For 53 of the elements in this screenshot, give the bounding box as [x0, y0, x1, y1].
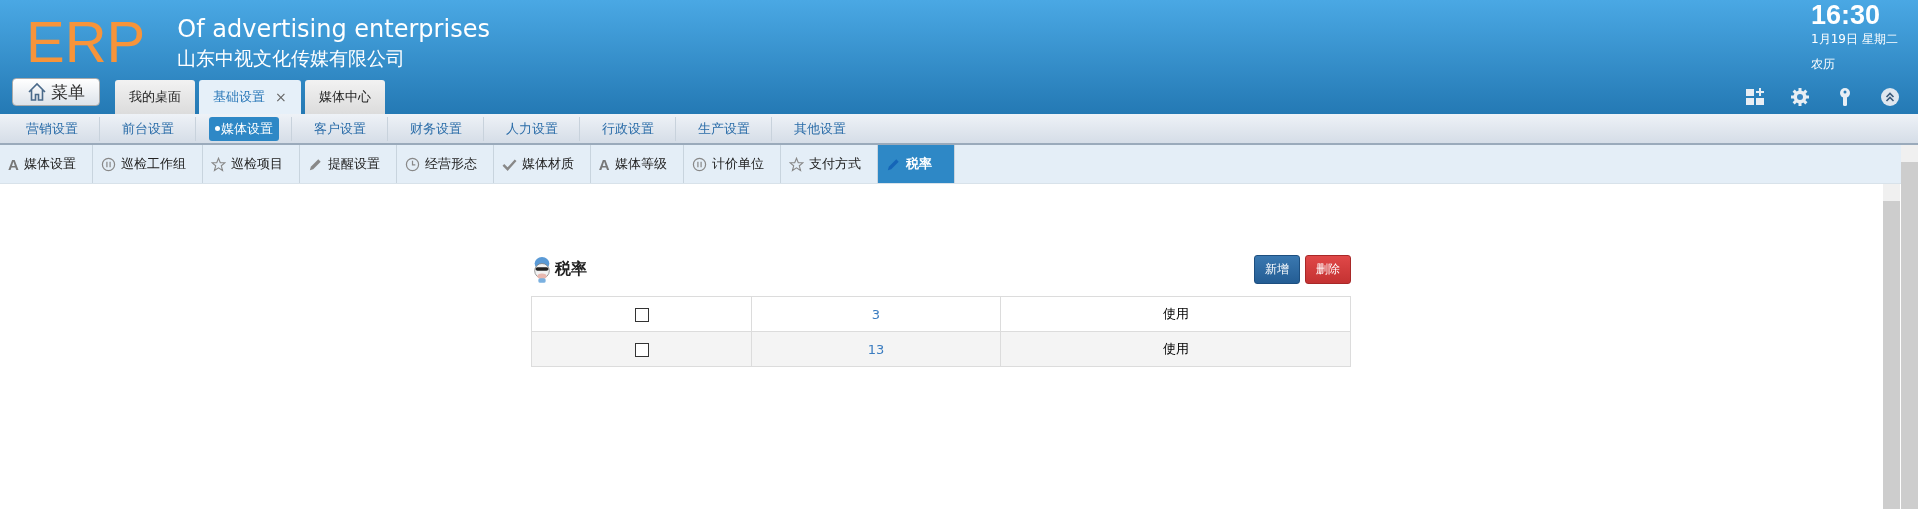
status-cell: 使用: [1162, 341, 1189, 356]
close-icon[interactable]: ×: [275, 89, 287, 105]
logo: ERP: [26, 12, 146, 72]
collapse-icon[interactable]: [1880, 87, 1900, 107]
subnav-item[interactable]: 生产设置: [691, 116, 756, 141]
subnav-item[interactable]: 客户设置: [307, 116, 372, 141]
subnav-item[interactable]: 行政设置: [595, 116, 660, 141]
toolbar-tab[interactable]: 媒体材质: [493, 145, 591, 183]
toolbar-tab[interactable]: 计价单位: [683, 145, 781, 183]
mascot-icon: [531, 254, 553, 284]
star-icon: [788, 156, 804, 172]
toolbar-tab[interactable]: 巡检项目: [202, 145, 300, 183]
delete-button[interactable]: 删除: [1305, 254, 1351, 284]
tax-rate-link[interactable]: 13: [867, 341, 885, 357]
subnav-item[interactable]: 财务设置: [403, 116, 468, 141]
company-title: Of advertising enterprises: [177, 14, 490, 44]
menu-button[interactable]: 菜单: [12, 78, 100, 106]
toolbar-tab[interactable]: 经营形态: [396, 145, 494, 183]
add-button[interactable]: 新增: [1254, 254, 1300, 284]
panel-title: 税率: [555, 258, 587, 280]
company-name: 山东中视文化传媒有限公司: [177, 46, 407, 71]
tax-rate-link[interactable]: 3: [871, 306, 881, 322]
subnav-item[interactable]: 人力设置: [499, 116, 564, 141]
add-widget-icon[interactable]: [1745, 87, 1765, 107]
row-checkbox[interactable]: [634, 307, 649, 322]
clock-time: 16:30: [1811, 0, 1881, 31]
toolbar-tab[interactable]: 支付方式: [780, 145, 878, 183]
lunar-calendar-link[interactable]: 农历: [1811, 56, 1835, 73]
letter-icon: A: [8, 155, 19, 173]
subnav-item[interactable]: 前台设置: [115, 116, 180, 141]
pause-icon: [100, 156, 116, 172]
tab[interactable]: 基础设置 ×: [199, 80, 301, 114]
toolbar-tab[interactable]: 税率: [877, 145, 955, 183]
subnav-item[interactable]: 媒体设置: [208, 116, 279, 141]
star-icon: [210, 156, 226, 172]
home-icon: [27, 82, 47, 102]
tab[interactable]: 媒体中心: [304, 80, 385, 114]
settings-icon[interactable]: [1790, 87, 1810, 107]
page-scrollbar[interactable]: [1901, 145, 1918, 509]
clock-date: 1月19日 星期二: [1811, 31, 1898, 48]
toolbar-tab[interactable]: 巡检工作组: [92, 145, 203, 183]
subnav-item[interactable]: 营销设置: [19, 116, 84, 141]
subnav-item[interactable]: 其他设置: [787, 116, 852, 141]
toolbar-tab[interactable]: A 媒体等级: [590, 145, 684, 183]
row-checkbox[interactable]: [634, 342, 649, 357]
pause-icon: [691, 156, 707, 172]
toolbar-tab[interactable]: A 媒体设置: [0, 145, 93, 183]
tab[interactable]: 我的桌面: [115, 80, 195, 114]
toolbar-tab[interactable]: 提醒设置: [299, 145, 397, 183]
status-cell: 使用: [1162, 306, 1189, 321]
scrollbar[interactable]: [1883, 184, 1900, 509]
clock-icon: [404, 156, 420, 172]
letter-icon: A: [598, 155, 610, 173]
